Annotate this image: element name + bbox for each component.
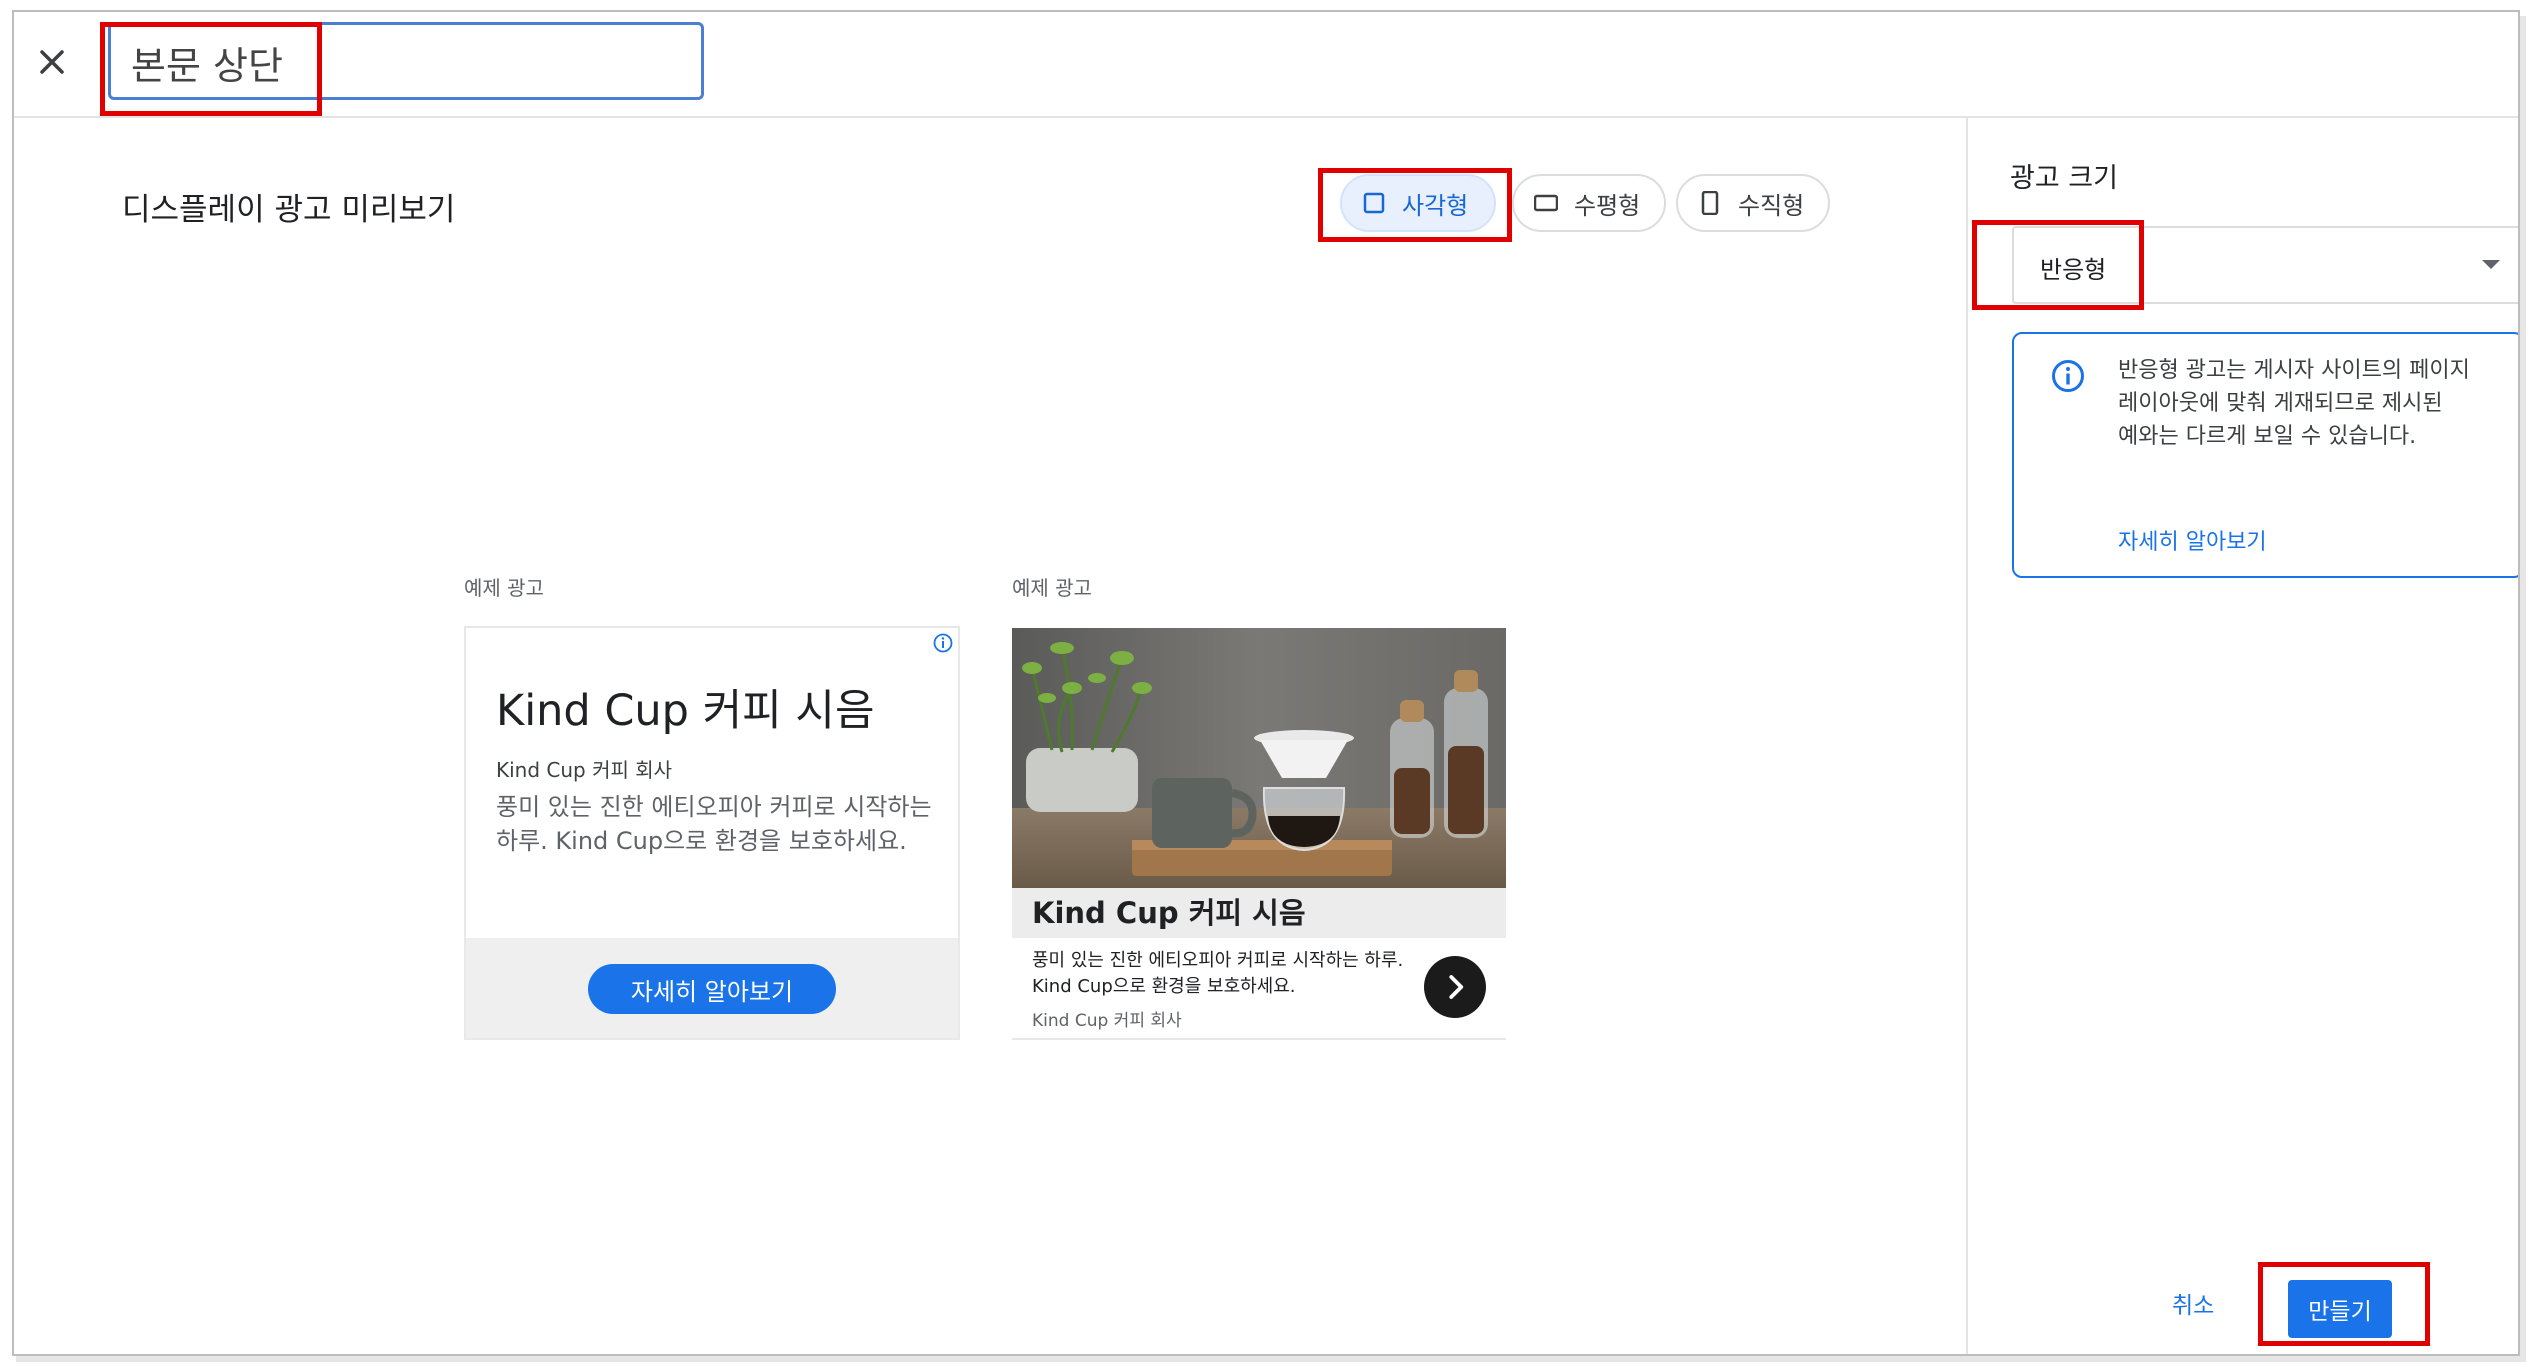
sample-label-2: 예제 광고 <box>1012 576 1092 600</box>
preview-title: 디스플레이 광고 미리보기 <box>122 192 456 228</box>
info-icon <box>2052 360 2084 392</box>
responsive-info-text: 반응형 광고는 게시자 사이트의 페이지 레이아웃에 맞춰 게재되므로 제시된 … <box>2118 358 2470 449</box>
dialog: 디스플레이 광고 미리보기 사각형 수평형 수직형 예제 광고 예제 광고 Ki… <box>12 10 2520 1356</box>
ad-size-title: 광고 크기 <box>2010 163 2118 194</box>
sample-label-1: 예제 광고 <box>464 576 544 600</box>
toggle-portrait-label: 수직형 <box>1738 191 1805 220</box>
ad-unit-name-input[interactable] <box>131 33 691 91</box>
card1-headline: Kind Cup 커피 시음 <box>496 686 875 736</box>
side-panel: 광고 크기 반응형 반응형 광고는 게시자 사이트의 페이지 레이아웃에 맞춰 … <box>1966 118 2518 1354</box>
card2-description: 풍미 있는 진한 에티오피아 커피로 시작하는 하루. Kind Cup으로 환… <box>1032 950 1404 997</box>
card1-description: 풍미 있는 진한 에티오피아 커피로 시작하는 하루. Kind Cup으로 환… <box>496 793 932 855</box>
toggle-landscape[interactable]: 수평형 <box>1512 174 1666 232</box>
toggle-square-label: 사각형 <box>1402 191 1469 220</box>
chevron-right-icon <box>1449 975 1464 999</box>
sample-ad-image-card: Kind Cup 커피 시음 풍미 있는 진한 에티오피아 커피로 시작하는 하… <box>1012 628 1506 1040</box>
toggle-square[interactable]: 사각형 <box>1340 174 1496 232</box>
learn-more-link[interactable]: 자세히 알아보기 <box>2118 524 2267 556</box>
card1-cta-button[interactable]: 자세히 알아보기 <box>588 964 836 1014</box>
landscape-icon <box>1534 194 1558 212</box>
card2-next-button[interactable] <box>1424 956 1486 1018</box>
card2-headline: Kind Cup 커피 시음 <box>1012 888 1506 938</box>
toggle-portrait[interactable]: 수직형 <box>1676 174 1830 232</box>
ad-unit-name-field[interactable] <box>108 22 704 100</box>
coffee-photo <box>1012 628 1506 888</box>
ad-size-select[interactable]: 반응형 <box>2012 226 2518 304</box>
cancel-button[interactable]: 취소 <box>2172 1286 2214 1320</box>
dialog-header <box>14 12 2518 118</box>
toggle-landscape-label: 수평형 <box>1574 191 1641 220</box>
card1-brand: Kind Cup 커피 회사 <box>496 758 673 782</box>
square-icon <box>1363 192 1385 214</box>
ad-size-value: 반응형 <box>2040 256 2107 284</box>
ad-choices-icon[interactable] <box>932 632 954 654</box>
create-button[interactable]: 만들기 <box>2288 1280 2392 1338</box>
portrait-icon <box>1701 191 1719 215</box>
close-button[interactable] <box>32 42 72 82</box>
sample-ad-text-card: Kind Cup 커피 시음 Kind Cup 커피 회사 풍미 있는 진한 에… <box>464 626 960 1040</box>
close-icon <box>40 50 64 74</box>
card1-footer: 자세히 알아보기 <box>466 938 958 1038</box>
dropdown-caret-icon <box>2482 260 2500 269</box>
card2-brand: Kind Cup 커피 회사 <box>1032 1011 1182 1031</box>
responsive-info-box: 반응형 광고는 게시자 사이트의 페이지 레이아웃에 맞춰 게재되므로 제시된 … <box>2012 332 2518 578</box>
